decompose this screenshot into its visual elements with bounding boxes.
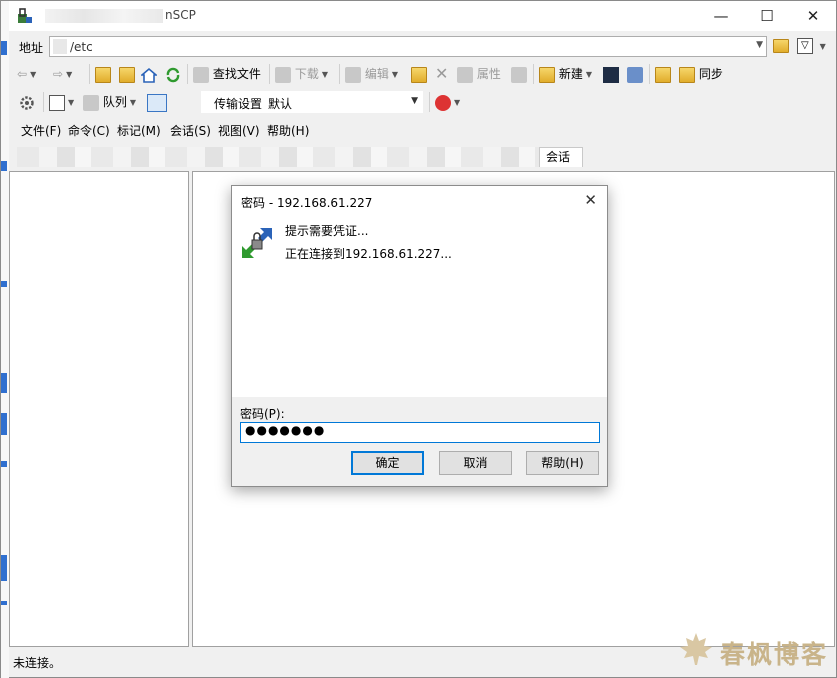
menu-view[interactable]: 视图(V) — [218, 122, 260, 139]
password-field[interactable]: ●●●●●●● — [240, 422, 600, 443]
winscp-app-icon — [18, 8, 32, 23]
dialog-message-connecting: 正在连接到192.168.61.227... — [285, 247, 452, 261]
password-label: 密码(P): — [240, 407, 285, 421]
dialog-input-area: 密码(P): ●●●●●●● 确定 取消 帮助(H) — [232, 397, 607, 486]
tab-new-session[interactable]: 会话 — [539, 147, 583, 167]
close-window-button[interactable]: ✕ — [790, 1, 836, 31]
address-label: 地址 — [19, 41, 44, 55]
forward-arrow-icon[interactable]: ⇨ ▼ — [53, 65, 72, 83]
rename-icon[interactable] — [511, 65, 527, 83]
menu-bar: 文件(F) 命令(C) 标记(M) 会话(S) 视图(V) 帮助(H) — [9, 119, 836, 141]
menu-session[interactable]: 会话(S) — [170, 122, 211, 139]
address-path: /etc — [70, 40, 93, 54]
menu-commands[interactable]: 命令(C) — [68, 122, 110, 139]
download-button[interactable]: 下载 ▼ — [275, 65, 328, 83]
window-title: nSCP — [45, 8, 196, 23]
root-folder-icon[interactable] — [119, 65, 135, 83]
maximize-button[interactable]: ☐ — [744, 1, 790, 31]
back-arrow-icon[interactable]: ⇦ ▼ — [17, 65, 36, 83]
find-files-button[interactable]: 查找文件 — [193, 65, 261, 83]
edit-icon — [345, 66, 361, 83]
cancel-button[interactable]: 取消 — [439, 451, 512, 475]
terminal-icon[interactable] — [603, 65, 619, 83]
minimize-button[interactable]: — — [698, 1, 744, 31]
list-view-icon — [49, 94, 65, 111]
status-text: 未连接。 — [13, 656, 62, 670]
background-window-strip — [1, 1, 9, 678]
delete-icon[interactable]: ✕ — [435, 65, 448, 83]
search-icon — [193, 66, 209, 83]
blurred-session-tab[interactable] — [17, 147, 547, 167]
move-folder-icon[interactable] — [411, 65, 427, 83]
download-icon — [275, 66, 291, 83]
title-bar: nSCP — ☐ ✕ — [9, 1, 836, 31]
chevron-down-icon[interactable]: ▼ — [820, 42, 826, 51]
folder-icon — [53, 39, 67, 54]
menu-help[interactable]: 帮助(H) — [267, 122, 309, 139]
maple-leaf-icon — [680, 633, 712, 665]
chevron-down-icon[interactable]: ▼ — [411, 96, 418, 106]
session-tabs: 会话 — [9, 145, 836, 169]
sync-icon — [679, 66, 695, 83]
parent-folder-icon[interactable] — [95, 65, 111, 83]
tree-toggle-icon[interactable] — [147, 93, 167, 112]
properties-icon — [457, 66, 473, 83]
address-actions: ▽ ▼ — [773, 38, 826, 54]
compare-folders-icon[interactable] — [655, 65, 671, 83]
sync-button[interactable]: 同步 — [679, 65, 723, 83]
ok-button[interactable]: 确定 — [351, 451, 424, 475]
dialog-message-credentials: 提示需要凭证... — [285, 224, 369, 238]
help-button[interactable]: 帮助(H) — [526, 451, 599, 475]
edit-button[interactable]: 编辑 ▼ — [345, 65, 398, 83]
transfer-settings-select[interactable]: 传输设置 默认 ▼ — [201, 91, 423, 113]
connection-icon — [242, 228, 272, 258]
reconnect-icon[interactable]: ▼ — [435, 93, 460, 111]
directory-tree-panel[interactable] — [9, 171, 189, 647]
queue-icon — [83, 94, 99, 111]
menu-file[interactable]: 文件(F) — [21, 122, 61, 139]
dialog-close-button[interactable]: ✕ — [584, 191, 597, 209]
app-window: nSCP — ☐ ✕ 地址 /etc ▼ ▽ ▼ ⇦ ▼ ⇨ ▼ 查找文件 下载… — [0, 0, 837, 678]
queue-button[interactable]: 队列 ▼ — [83, 93, 136, 111]
filter-icon[interactable]: ▽ — [796, 38, 813, 54]
properties-button[interactable]: 属性 — [457, 65, 501, 83]
chevron-down-icon[interactable]: ▼ — [756, 40, 763, 50]
main-toolbar: ⇦ ▼ ⇨ ▼ 查找文件 下载 ▼ 编辑 ▼ ✕ 属性 新建 ▼ 同步 — [9, 61, 836, 87]
putty-icon[interactable] — [627, 65, 643, 83]
view-mode-button[interactable]: ▼ — [49, 93, 74, 111]
new-button[interactable]: 新建 ▼ — [539, 65, 592, 83]
menu-mark[interactable]: 标记(M) — [117, 122, 161, 139]
address-bar: 地址 /etc ▼ ▽ ▼ — [9, 33, 836, 59]
watermark: 春枫博客 — [678, 629, 828, 669]
address-input[interactable]: /etc ▼ — [49, 36, 767, 57]
watermark-text: 春枫博客 — [720, 640, 829, 669]
open-folder-icon[interactable] — [773, 39, 789, 53]
new-folder-icon — [539, 66, 555, 83]
dialog-title: 密码 - 192.168.61.227 — [241, 196, 373, 210]
secondary-toolbar: ▼ 队列 ▼ 传输设置 默认 ▼ ▼ — [9, 89, 836, 115]
gear-icon[interactable] — [19, 93, 35, 111]
home-icon[interactable] — [141, 65, 157, 83]
password-dialog: 密码 - 192.168.61.227 ✕ 提示需要凭证... 正在连接到192… — [231, 185, 608, 487]
refresh-icon[interactable] — [165, 65, 181, 83]
